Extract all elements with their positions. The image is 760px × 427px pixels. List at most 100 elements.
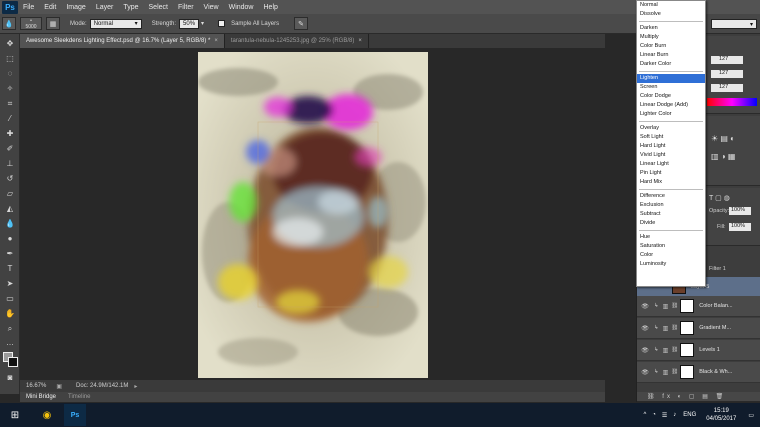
blend-mode-option[interactable]: Hard Light xyxy=(637,142,705,151)
blue-value[interactable]: 127 xyxy=(711,84,743,92)
blend-mode-option[interactable]: Normal xyxy=(637,1,705,10)
blend-mode-option[interactable]: Divide xyxy=(637,219,705,228)
windows-start-icon[interactable]: ⊞ xyxy=(4,404,26,426)
workspace-select[interactable]: ▾ xyxy=(711,19,757,29)
layer-row[interactable]: 👁 ↳ ▥ ⛓ Color Balan... xyxy=(637,296,760,317)
blend-mode-option[interactable]: Overlay xyxy=(637,124,705,133)
chrome-icon[interactable]: ◉ xyxy=(36,404,58,426)
blend-mode-option[interactable]: Hue xyxy=(637,233,705,242)
close-icon[interactable]: × xyxy=(214,38,218,44)
close-icon[interactable]: × xyxy=(358,38,362,44)
healing-brush-icon[interactable]: ✚ xyxy=(3,128,17,140)
sample-all-layers-checkbox[interactable]: Sample All Layers xyxy=(218,20,282,27)
history-brush-icon[interactable]: ↺ xyxy=(3,173,17,185)
blend-mode-option[interactable]: Dissolve xyxy=(637,10,705,19)
menu-file[interactable]: File xyxy=(18,4,39,11)
zoom-level[interactable]: 16.67% xyxy=(26,383,46,389)
layer-row[interactable]: 👁 ↳ ▥ ⛓ Gradient M... xyxy=(637,318,760,339)
quick-mask-icon[interactable]: ◙ xyxy=(3,372,17,384)
background-color-swatch[interactable] xyxy=(8,357,18,367)
layer-mask-thumbnail[interactable] xyxy=(680,343,695,357)
adjustment-icons-row2[interactable]: ▥ ◑ ▦ xyxy=(711,152,735,161)
tab-lighting-effect[interactable]: Awesome Sleekdens Lighting Effect.psd @ … xyxy=(20,34,225,48)
status-menu-icon[interactable]: ▣ xyxy=(56,383,62,390)
fill-input[interactable]: 100% xyxy=(729,223,751,231)
menu-layer[interactable]: Layer xyxy=(91,4,119,11)
red-value[interactable]: 127 xyxy=(711,56,743,64)
blend-mode-option[interactable]: Subtract xyxy=(637,210,705,219)
notifications-icon[interactable]: ▭ xyxy=(748,412,754,419)
blend-mode-option[interactable]: Lighten xyxy=(637,74,705,83)
blend-mode-option[interactable]: Darker Color xyxy=(637,60,705,69)
clock[interactable]: 15:19 04/05/2017 xyxy=(706,407,736,423)
blend-mode-option[interactable]: Darken xyxy=(637,24,705,33)
menu-edit[interactable]: Edit xyxy=(39,4,61,11)
brush-size-picker[interactable]: • 5000 xyxy=(20,17,42,30)
more-tools-icon[interactable]: … xyxy=(3,337,17,349)
rectangle-tool-icon[interactable]: ▭ xyxy=(3,293,17,305)
opacity-input[interactable]: 100% xyxy=(729,207,751,215)
move-tool-icon[interactable]: ✥ xyxy=(3,38,17,50)
menu-help[interactable]: Help xyxy=(259,4,283,11)
blend-mode-option[interactable]: Linear Dodge (Add) xyxy=(637,101,705,110)
layer-row[interactable]: 👁 ↳ ▥ ⛓ Levels 1 xyxy=(637,340,760,361)
mode-select[interactable]: Normal ▾ xyxy=(89,18,142,29)
zoom-tool-icon[interactable]: ⌕ xyxy=(3,323,17,335)
tab-mini-bridge[interactable]: Mini Bridge xyxy=(20,394,62,400)
tab-timeline[interactable]: Timeline xyxy=(62,394,96,400)
eyedropper-tool-icon[interactable]: ⁄ xyxy=(3,113,17,125)
layer-actions-icons[interactable]: ⛓ fx ◐ ▢ ▤ 🗑 xyxy=(647,393,726,400)
menu-image[interactable]: Image xyxy=(61,4,90,11)
hand-tool-icon[interactable]: ✋ xyxy=(3,308,17,320)
menu-type[interactable]: Type xyxy=(118,4,143,11)
paint-bucket-icon[interactable]: ◭ xyxy=(3,203,17,215)
blend-mode-option[interactable]: Pin Light xyxy=(637,169,705,178)
pen-tool-icon[interactable]: ✒ xyxy=(3,248,17,260)
adjustment-icons[interactable]: ☀ ▤ ◐ xyxy=(711,134,735,143)
blend-mode-option[interactable]: Color Dodge xyxy=(637,92,705,101)
menu-filter[interactable]: Filter xyxy=(173,4,199,11)
path-select-icon[interactable]: ➤ xyxy=(3,278,17,290)
brush-tool-icon[interactable]: ✐ xyxy=(3,143,17,155)
eye-icon[interactable]: 👁 xyxy=(640,303,650,310)
blend-mode-option[interactable]: Soft Light xyxy=(637,133,705,142)
layer-mask-thumbnail[interactable] xyxy=(680,321,695,335)
blur-tool-preset-icon[interactable]: 💧 xyxy=(2,17,16,30)
menu-view[interactable]: View xyxy=(199,4,224,11)
menu-window[interactable]: Window xyxy=(224,4,259,11)
menu-select[interactable]: Select xyxy=(144,4,173,11)
brush-panel-icon[interactable]: ▦ xyxy=(46,17,60,30)
blend-mode-option[interactable]: Color xyxy=(637,251,705,260)
blend-mode-option[interactable]: Color Burn xyxy=(637,42,705,51)
clone-stamp-icon[interactable]: ⊥ xyxy=(3,158,17,170)
canvas-area[interactable] xyxy=(20,48,605,380)
layer-filter-icons[interactable]: T ▢ ◍ xyxy=(709,194,730,202)
blend-mode-option[interactable]: Lighter Color xyxy=(637,110,705,119)
chevron-right-icon[interactable]: ▸ xyxy=(134,383,137,390)
quick-select-tool-icon[interactable]: ✧ xyxy=(3,83,17,95)
lasso-tool-icon[interactable]: ◌ xyxy=(3,68,17,80)
layer-mask-thumbnail[interactable] xyxy=(680,299,695,313)
document-canvas[interactable] xyxy=(198,52,428,378)
crop-tool-icon[interactable]: ⌗ xyxy=(3,98,17,110)
volume-icon[interactable]: ♪ xyxy=(673,412,676,418)
strength-input[interactable]: 50% xyxy=(179,18,200,29)
network-icon[interactable]: ◔ xyxy=(652,412,656,418)
pressure-icon[interactable]: ✎ xyxy=(294,17,309,30)
type-tool-icon[interactable]: T xyxy=(3,263,17,275)
layer-mask-thumbnail[interactable] xyxy=(680,365,695,379)
blend-mode-dropdown[interactable]: Normal Dissolve Darken Multiply Color Burn Li… xyxy=(636,0,706,287)
marquee-tool-icon[interactable]: ⬚ xyxy=(3,53,17,65)
blend-mode-option[interactable]: Difference xyxy=(637,192,705,201)
blend-mode-option[interactable]: Exclusion xyxy=(637,201,705,210)
blend-mode-option[interactable]: Multiply xyxy=(637,33,705,42)
blend-mode-option[interactable]: Vivid Light xyxy=(637,151,705,160)
green-value[interactable]: 127 xyxy=(711,70,743,78)
blend-mode-option[interactable]: Hard Mix xyxy=(637,178,705,187)
blend-mode-option[interactable]: Linear Light xyxy=(637,160,705,169)
blend-mode-option[interactable]: Saturation xyxy=(637,242,705,251)
eye-icon[interactable]: 👁 xyxy=(640,325,650,332)
language-indicator[interactable]: ENG xyxy=(683,412,696,418)
eye-icon[interactable]: 👁 xyxy=(640,369,650,376)
dodge-tool-icon[interactable]: ● xyxy=(3,233,17,245)
